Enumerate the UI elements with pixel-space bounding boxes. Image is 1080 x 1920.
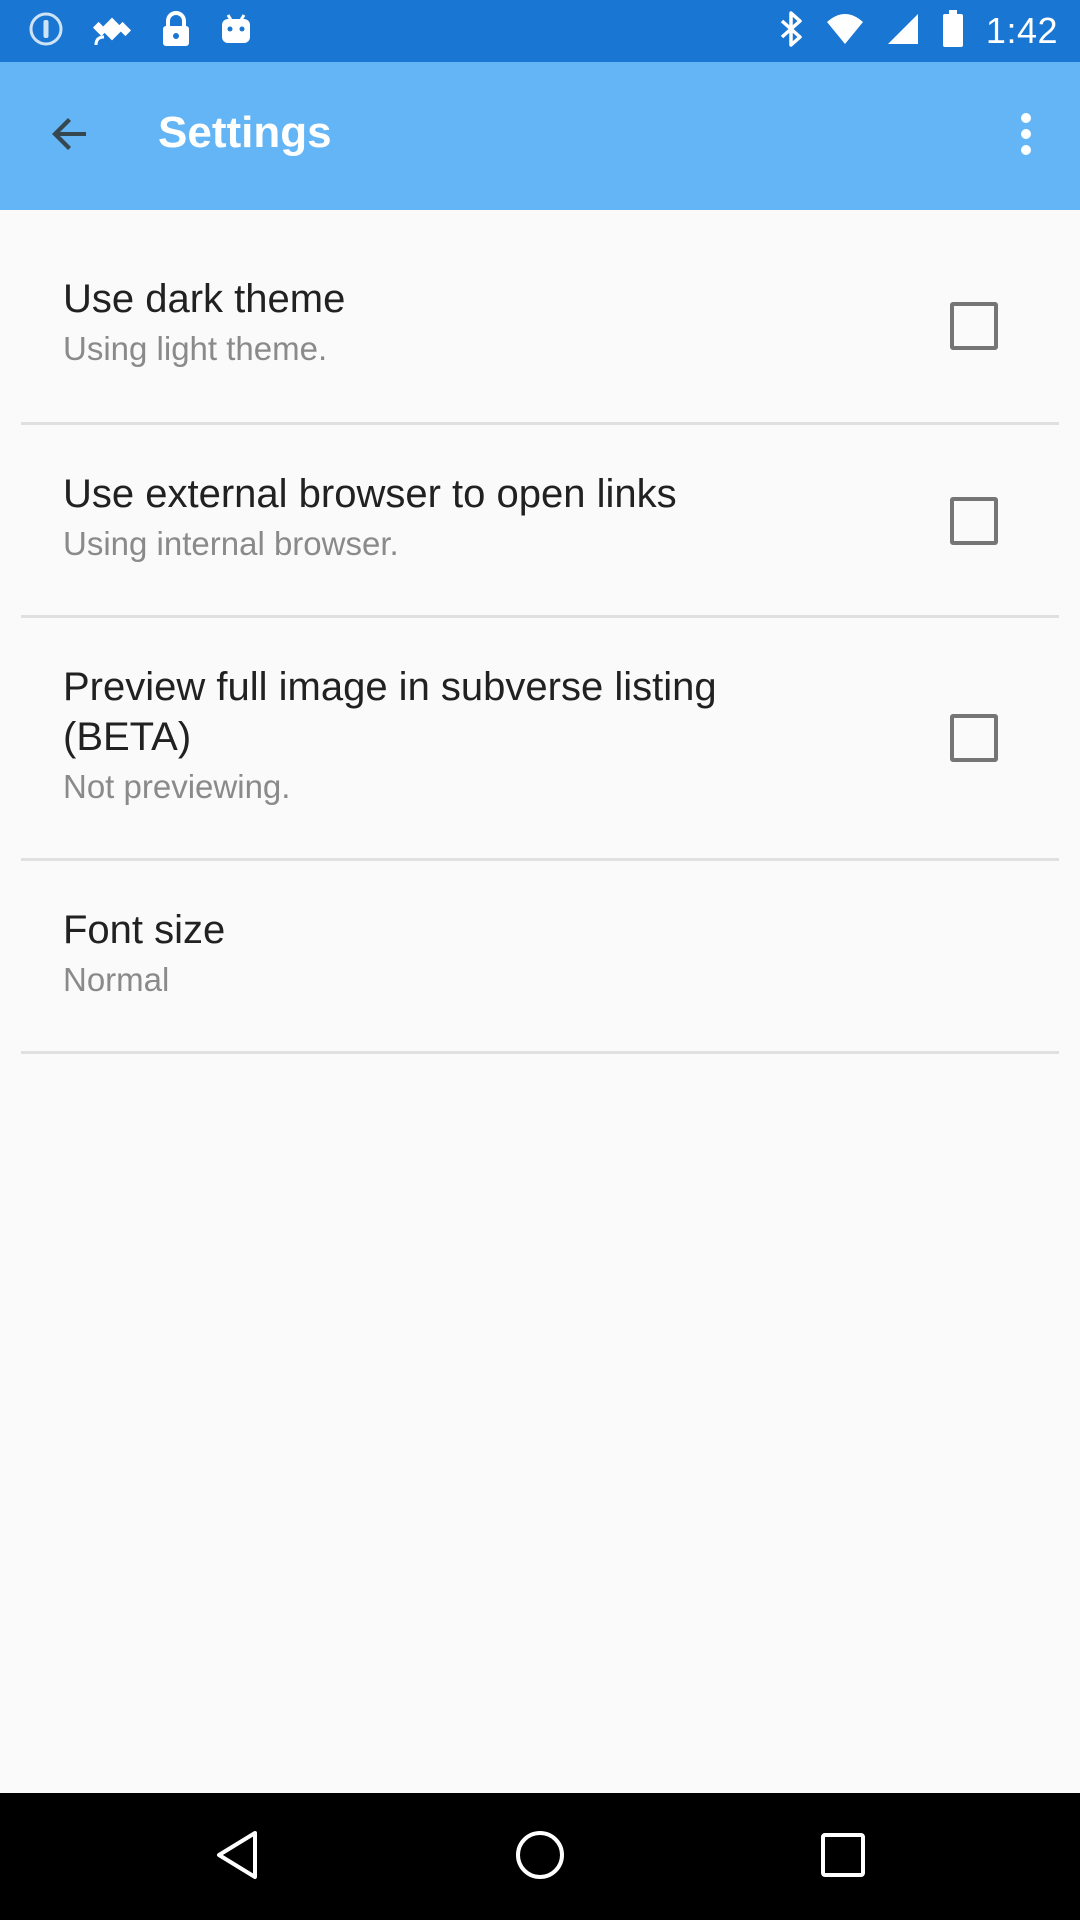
setting-external-browser[interactable]: Use external browser to open links Using… <box>0 425 1080 615</box>
nav-home-button[interactable] <box>510 1827 570 1887</box>
setting-title: Use dark theme <box>63 277 346 321</box>
setting-title: Font size <box>63 908 226 952</box>
android-icon <box>218 11 254 52</box>
signal-icon <box>886 12 920 51</box>
dark-theme-checkbox[interactable] <box>950 302 998 350</box>
home-icon <box>514 1829 566 1886</box>
overflow-menu-button[interactable] <box>996 106 1056 166</box>
battery-icon <box>942 9 964 53</box>
info-circle-icon <box>28 11 64 52</box>
app-bar: Settings <box>0 62 1080 210</box>
fake-gps-icon <box>90 7 134 56</box>
setting-title: Preview full image in subverse listing (… <box>63 665 717 759</box>
more-vert-icon <box>1018 110 1034 163</box>
setting-summary: Using internal browser. <box>63 525 399 562</box>
external-browser-checkbox[interactable] <box>950 497 998 545</box>
setting-dark-theme[interactable]: Use dark theme Using light theme. <box>0 210 1080 422</box>
status-bar: 1:42 <box>0 0 1080 62</box>
wifi-icon <box>826 12 864 51</box>
preview-image-checkbox[interactable] <box>950 714 998 762</box>
bluetooth-icon <box>778 9 804 54</box>
arrow-back-icon <box>46 110 94 163</box>
nav-recents-button[interactable] <box>813 1827 873 1887</box>
back-icon <box>213 1829 261 1886</box>
back-button[interactable] <box>40 106 100 166</box>
navigation-bar <box>0 1793 1080 1920</box>
nav-back-button[interactable] <box>207 1827 267 1887</box>
page-title: Settings <box>158 108 332 157</box>
recents-icon <box>819 1831 867 1884</box>
setting-summary: Using light theme. <box>63 330 328 367</box>
setting-summary: Not previewing. <box>63 768 291 805</box>
setting-title: Use external browser to open links <box>63 472 677 516</box>
setting-font-size[interactable]: Font size Normal <box>0 861 1080 1051</box>
settings-list: Use dark theme Using light theme. Use ex… <box>0 210 1080 1054</box>
lock-icon <box>160 10 192 53</box>
divider <box>21 1051 1059 1054</box>
setting-preview-image[interactable]: Preview full image in subverse listing (… <box>0 618 1080 858</box>
setting-summary: Normal <box>63 961 170 998</box>
status-time: 1:42 <box>985 10 1058 51</box>
